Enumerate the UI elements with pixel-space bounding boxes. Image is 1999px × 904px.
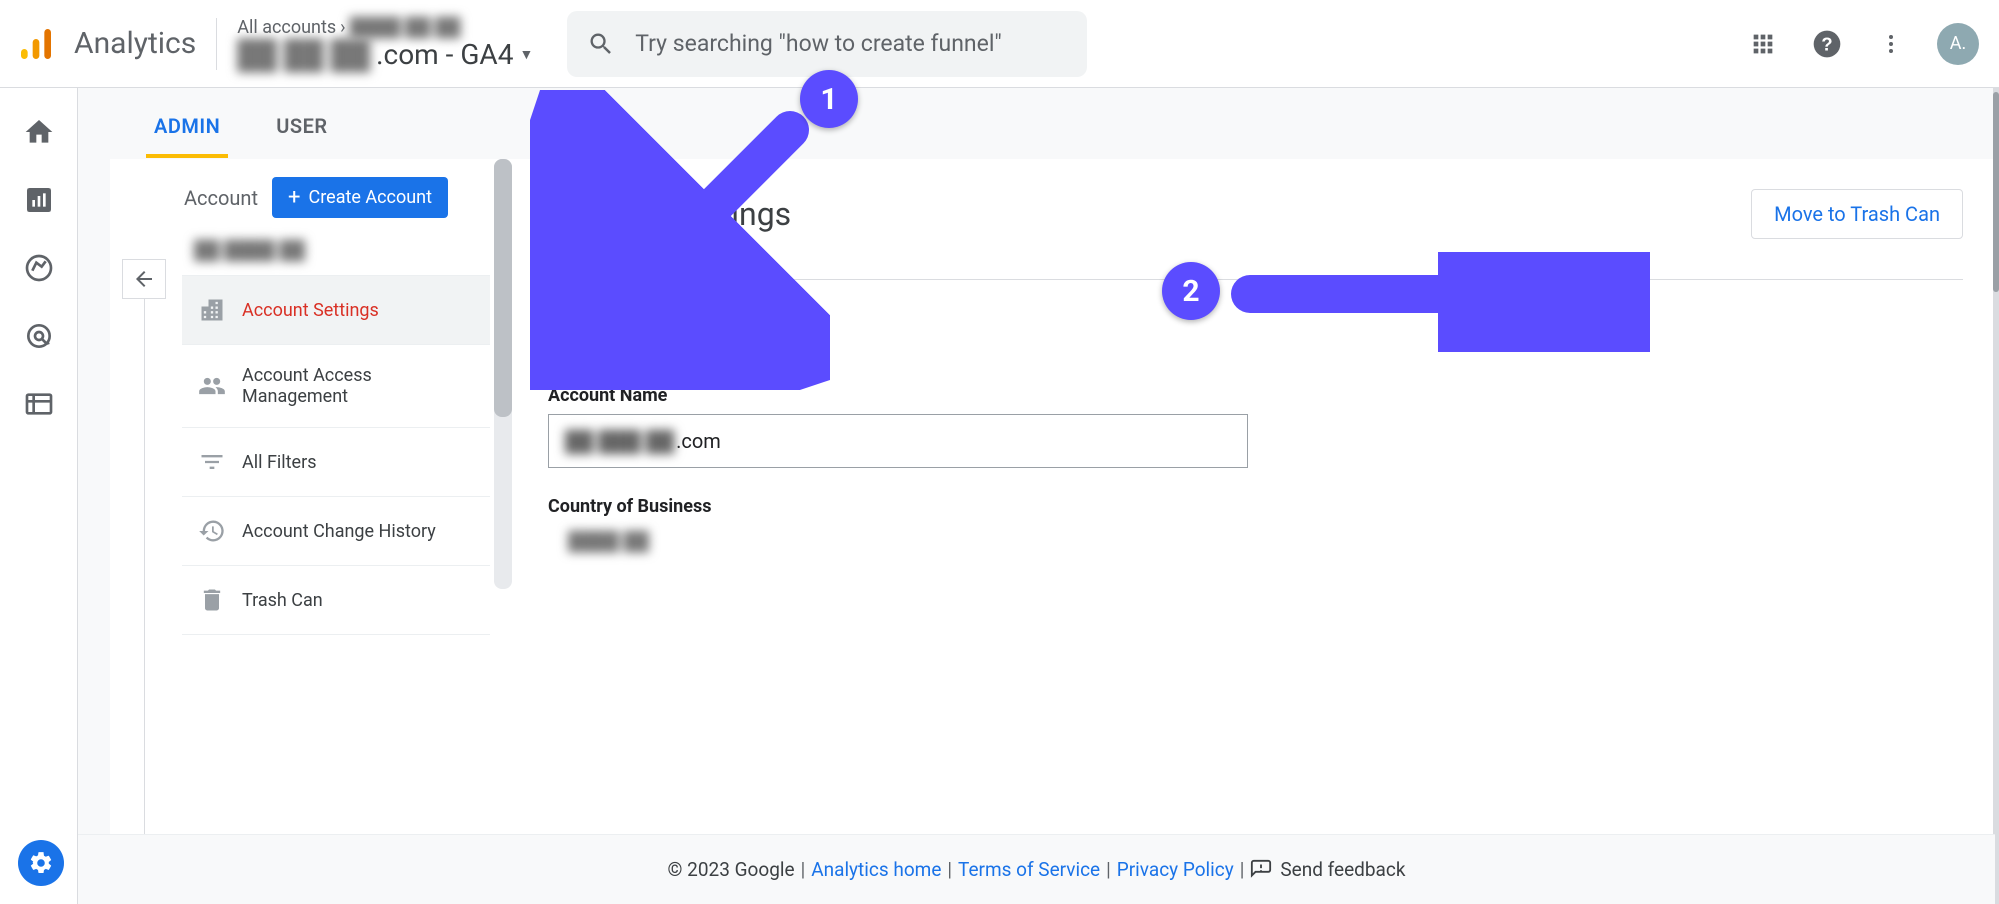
- menu-access-label: Account Access Management: [242, 365, 474, 407]
- menu-all-filters[interactable]: All Filters: [182, 427, 490, 496]
- filter-icon: [198, 448, 226, 476]
- account-name-visible-suffix: .com: [676, 429, 721, 453]
- feedback-icon: [1250, 859, 1272, 881]
- section-divider: [687, 279, 1963, 280]
- account-name-display[interactable]: ██ ████ ██: [110, 226, 490, 275]
- menu-filters-label: All Filters: [242, 452, 317, 473]
- gear-icon: [28, 850, 54, 876]
- settings-title: Account Settings: [548, 195, 791, 233]
- explore-icon[interactable]: [23, 252, 55, 284]
- avatar-initial: A.: [1950, 33, 1967, 54]
- admin-gear-button[interactable]: [18, 840, 64, 886]
- admin-panel: Account + Create Account ██ ████ ██ Acco…: [110, 159, 1995, 904]
- menu-history-label: Account Change History: [242, 521, 436, 542]
- scroll-thumb[interactable]: [494, 159, 512, 417]
- back-button[interactable]: [122, 259, 166, 299]
- configure-icon[interactable]: [23, 388, 55, 420]
- chevron-right-icon: ›: [340, 17, 345, 38]
- account-name-redacted-row: ██ ████ ██: [194, 240, 305, 261]
- analytics-title: Analytics: [74, 26, 196, 61]
- main-area: ADMIN USER Account + Create Account ██ █…: [78, 88, 1995, 904]
- menu-change-history[interactable]: Account Change History: [182, 496, 490, 565]
- search-box[interactable]: Try searching "how to create funnel": [567, 11, 1087, 77]
- create-account-label: Create Account: [309, 187, 433, 208]
- search-icon: [587, 30, 615, 58]
- account-menu: Account Settings Account Access Manageme…: [110, 275, 490, 635]
- help-icon[interactable]: ?: [1809, 26, 1845, 62]
- basic-settings-label: Basic Settings: [548, 267, 675, 291]
- account-name-prefix-redacted: ██ ███ ██: [565, 429, 674, 454]
- arrow-left-icon: [132, 267, 156, 291]
- create-account-button[interactable]: + Create Account: [272, 177, 448, 218]
- building-icon: [198, 296, 226, 324]
- footer-privacy-link[interactable]: Privacy Policy: [1117, 858, 1234, 881]
- advertising-icon[interactable]: [23, 320, 55, 352]
- breadcrumb-all-accounts: All accounts: [237, 17, 336, 38]
- svg-text:?: ?: [1821, 33, 1832, 54]
- menu-trash-label: Trash Can: [242, 590, 323, 611]
- people-icon: [198, 372, 226, 400]
- tree-line: [144, 299, 145, 904]
- trash-icon: [198, 586, 226, 614]
- top-bar: Analytics All accounts › ████ ██ ██ ██ █…: [0, 0, 1999, 88]
- account-name-redacted: ████ ██ ██: [350, 17, 461, 38]
- plus-icon: +: [288, 185, 300, 210]
- send-feedback-label: Send feedback: [1280, 858, 1405, 881]
- menu-trash-can[interactable]: Trash Can: [182, 565, 490, 634]
- kebab-menu-icon[interactable]: [1873, 26, 1909, 62]
- account-name-label: Account Name: [548, 385, 1963, 406]
- account-name-input[interactable]: ██ ███ ██ .com: [548, 414, 1248, 468]
- settings-content: Account Settings Move to Trash Can Basic…: [516, 159, 1995, 904]
- account-picker[interactable]: All accounts › ████ ██ ██ ██ ██ ██ .com …: [237, 17, 533, 71]
- menu-account-settings-label: Account Settings: [242, 300, 379, 321]
- apps-icon[interactable]: [1745, 26, 1781, 62]
- tabs: ADMIN USER: [110, 88, 1995, 158]
- country-label: Country of Business: [548, 496, 1963, 517]
- account-id-label: Account Id: [548, 307, 1963, 328]
- property-suffix: .com - GA4: [376, 38, 513, 71]
- divider: [216, 18, 217, 70]
- footer: © 2023 Google | Analytics home | Terms o…: [78, 834, 1995, 904]
- topbar-right: ? A.: [1745, 23, 1979, 65]
- reports-icon[interactable]: [23, 184, 55, 216]
- tab-user[interactable]: USER: [268, 100, 335, 158]
- home-icon[interactable]: [23, 116, 55, 148]
- property-prefix-redacted: ██ ██ ██: [237, 38, 370, 71]
- send-feedback-button[interactable]: Send feedback: [1250, 858, 1405, 881]
- footer-terms-link[interactable]: Terms of Service: [958, 858, 1100, 881]
- account-id-value-redacted: ████: [568, 336, 619, 357]
- footer-copyright: © 2023 Google: [668, 858, 795, 881]
- column-scrollbar[interactable]: [494, 159, 512, 589]
- page-scrollbar[interactable]: [1993, 88, 1999, 904]
- menu-end-divider: [182, 634, 490, 635]
- tab-admin[interactable]: ADMIN: [146, 100, 228, 158]
- avatar[interactable]: A.: [1937, 23, 1979, 65]
- account-column: Account + Create Account ██ ████ ██ Acco…: [110, 159, 490, 904]
- footer-analytics-home-link[interactable]: Analytics home: [811, 858, 941, 881]
- chevron-down-icon: ▼: [519, 46, 533, 63]
- history-icon: [198, 517, 226, 545]
- analytics-logo-icon: [16, 24, 56, 64]
- search-placeholder: Try searching "how to create funnel": [635, 30, 1002, 57]
- menu-access-management[interactable]: Account Access Management: [182, 344, 490, 427]
- left-rail: [0, 88, 78, 904]
- move-to-trash-button[interactable]: Move to Trash Can: [1751, 189, 1963, 239]
- country-value-redacted: ████ ██: [568, 531, 649, 552]
- menu-account-settings[interactable]: Account Settings: [182, 275, 490, 344]
- logo-area: Analytics: [16, 24, 196, 64]
- account-label: Account: [184, 186, 258, 210]
